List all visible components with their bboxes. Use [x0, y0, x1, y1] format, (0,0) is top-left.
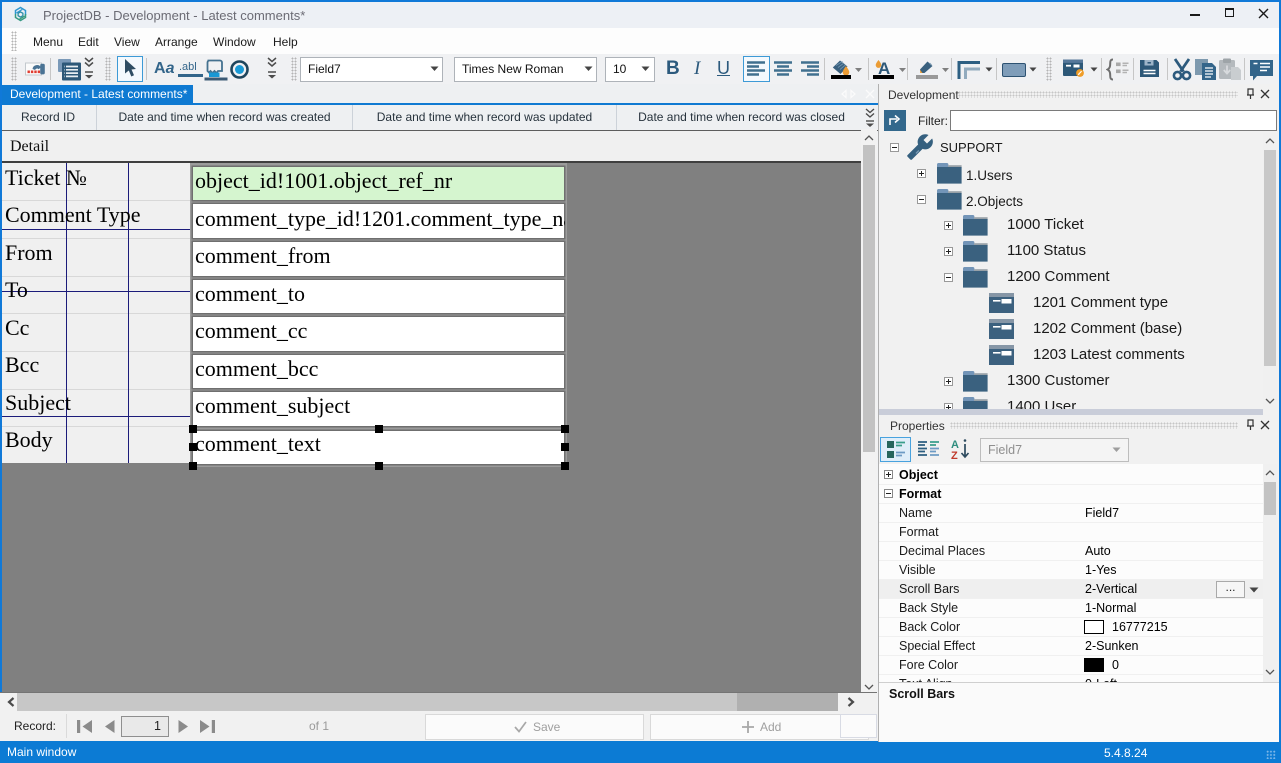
svg-text:Z: Z [951, 450, 958, 461]
